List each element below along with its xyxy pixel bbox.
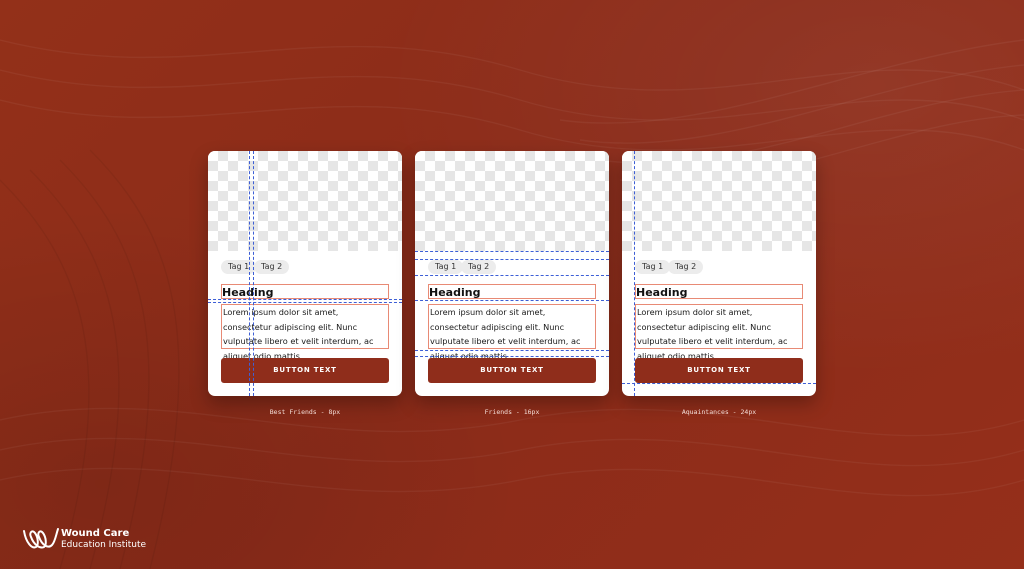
spacing-guide (622, 383, 816, 384)
spacing-guide (415, 259, 609, 260)
card-button[interactable]: BUTTON TEXT (221, 358, 389, 383)
card-heading: Heading (428, 284, 596, 299)
card-image-placeholder (208, 151, 402, 251)
card-image-placeholder (415, 151, 609, 251)
brand-name: Wound Care (61, 528, 130, 539)
tag-2[interactable]: Tag 2 (668, 260, 704, 274)
spacing-guide (208, 299, 402, 300)
spacing-guide (253, 151, 254, 396)
tag-2[interactable]: Tag 2 (461, 260, 497, 274)
card-image-placeholder (622, 151, 816, 251)
card-body-text: Lorem ipsum dolor sit amet, consectetur … (635, 304, 803, 361)
spacing-guide (415, 350, 609, 351)
tag-2[interactable]: Tag 2 (254, 260, 290, 274)
brand-subtitle: Education Institute (61, 540, 147, 550)
card-body-text: Lorem ipsum dolor sit amet, consectetur … (428, 304, 596, 361)
card-body-text: Lorem ipsum dolor sit amet, consectetur … (221, 304, 389, 361)
spacing-guide (415, 356, 609, 357)
wci-logo-icon (23, 528, 59, 549)
card-caption: Best Friends - 8px (269, 408, 341, 416)
spacing-guide (249, 151, 250, 396)
card-heading: Heading (221, 284, 389, 299)
card-caption: Aquaintances - 24px (681, 408, 757, 416)
spacing-guide (415, 251, 609, 252)
tag-1[interactable]: Tag 1 (428, 260, 464, 274)
card-caption: Friends - 16px (484, 408, 540, 416)
spacing-guide (208, 302, 402, 303)
card-button[interactable]: BUTTON TEXT (635, 358, 803, 383)
spacing-guide (415, 275, 609, 276)
spacing-guide (415, 300, 609, 301)
card-button[interactable]: BUTTON TEXT (428, 358, 596, 383)
tag-1[interactable]: Tag 1 (221, 260, 257, 274)
tag-1[interactable]: Tag 1 (635, 260, 671, 274)
card-heading: Heading (635, 284, 803, 299)
spacing-guide (634, 151, 635, 396)
